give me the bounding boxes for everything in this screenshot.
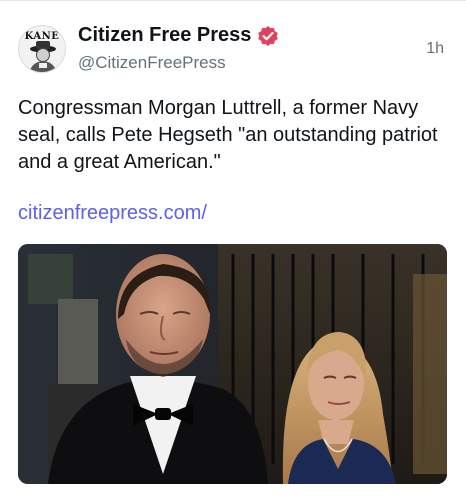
post-link[interactable]: citizenfreepress.com/	[18, 202, 207, 225]
author-name[interactable]: Citizen Free Press	[78, 24, 251, 47]
author-row: Citizen Free Press	[78, 24, 279, 47]
post-card[interactable]: KANE Citizen Free Press @CitizenFreePres…	[0, 0, 466, 500]
post-text: Congressman Morgan Luttrell, a former Na…	[18, 97, 438, 173]
video-frame-image	[18, 244, 447, 484]
post-video-thumbnail[interactable]	[18, 244, 447, 484]
avatar-figure-image	[29, 41, 57, 72]
verified-badge-icon	[257, 25, 279, 47]
avatar[interactable]: KANE	[18, 25, 66, 73]
author-handle[interactable]: @CitizenFreePress	[78, 53, 226, 73]
post-timestamp[interactable]: 1h	[426, 40, 444, 58]
